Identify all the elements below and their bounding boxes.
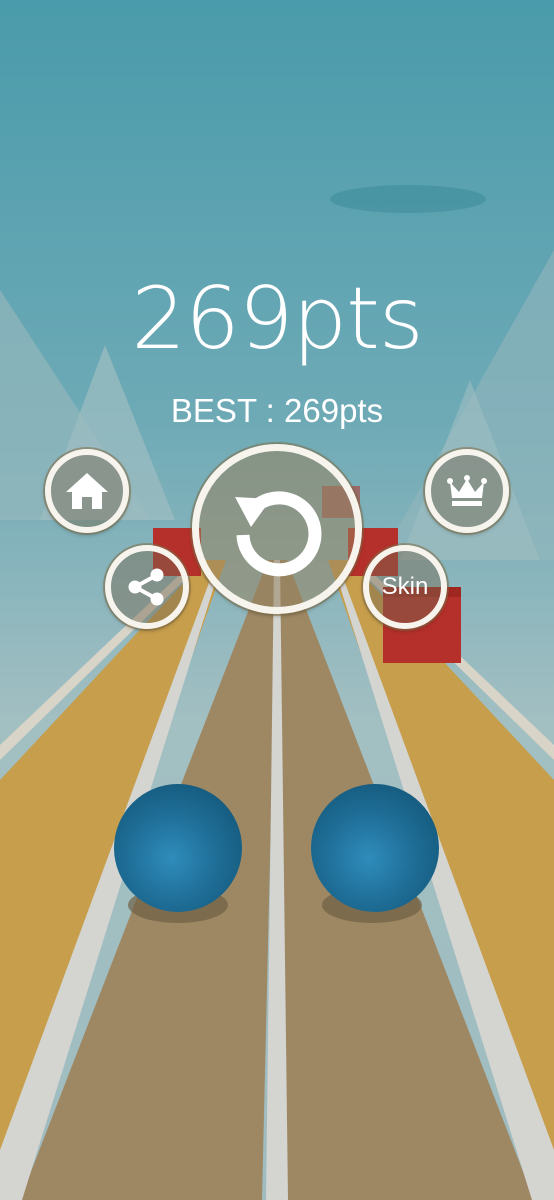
share-icon	[128, 568, 164, 606]
ball-right	[311, 784, 439, 912]
score-display: 269pts	[131, 269, 423, 369]
leaderboard-button[interactable]	[425, 449, 509, 533]
skin-button[interactable]: Skin	[363, 545, 447, 629]
share-button[interactable]	[105, 545, 189, 629]
crown-icon	[447, 475, 487, 506]
home-button[interactable]	[45, 449, 129, 533]
ball-left	[114, 784, 242, 912]
home-icon	[66, 473, 108, 509]
cloud-shadow	[330, 185, 486, 213]
skin-button-label: Skin	[381, 573, 429, 600]
replay-button[interactable]	[192, 444, 362, 614]
game-screen: 269pts BEST : 269pts Skin	[0, 0, 554, 1200]
best-score: BEST : 269pts	[170, 392, 384, 429]
replay-icon	[235, 491, 322, 577]
